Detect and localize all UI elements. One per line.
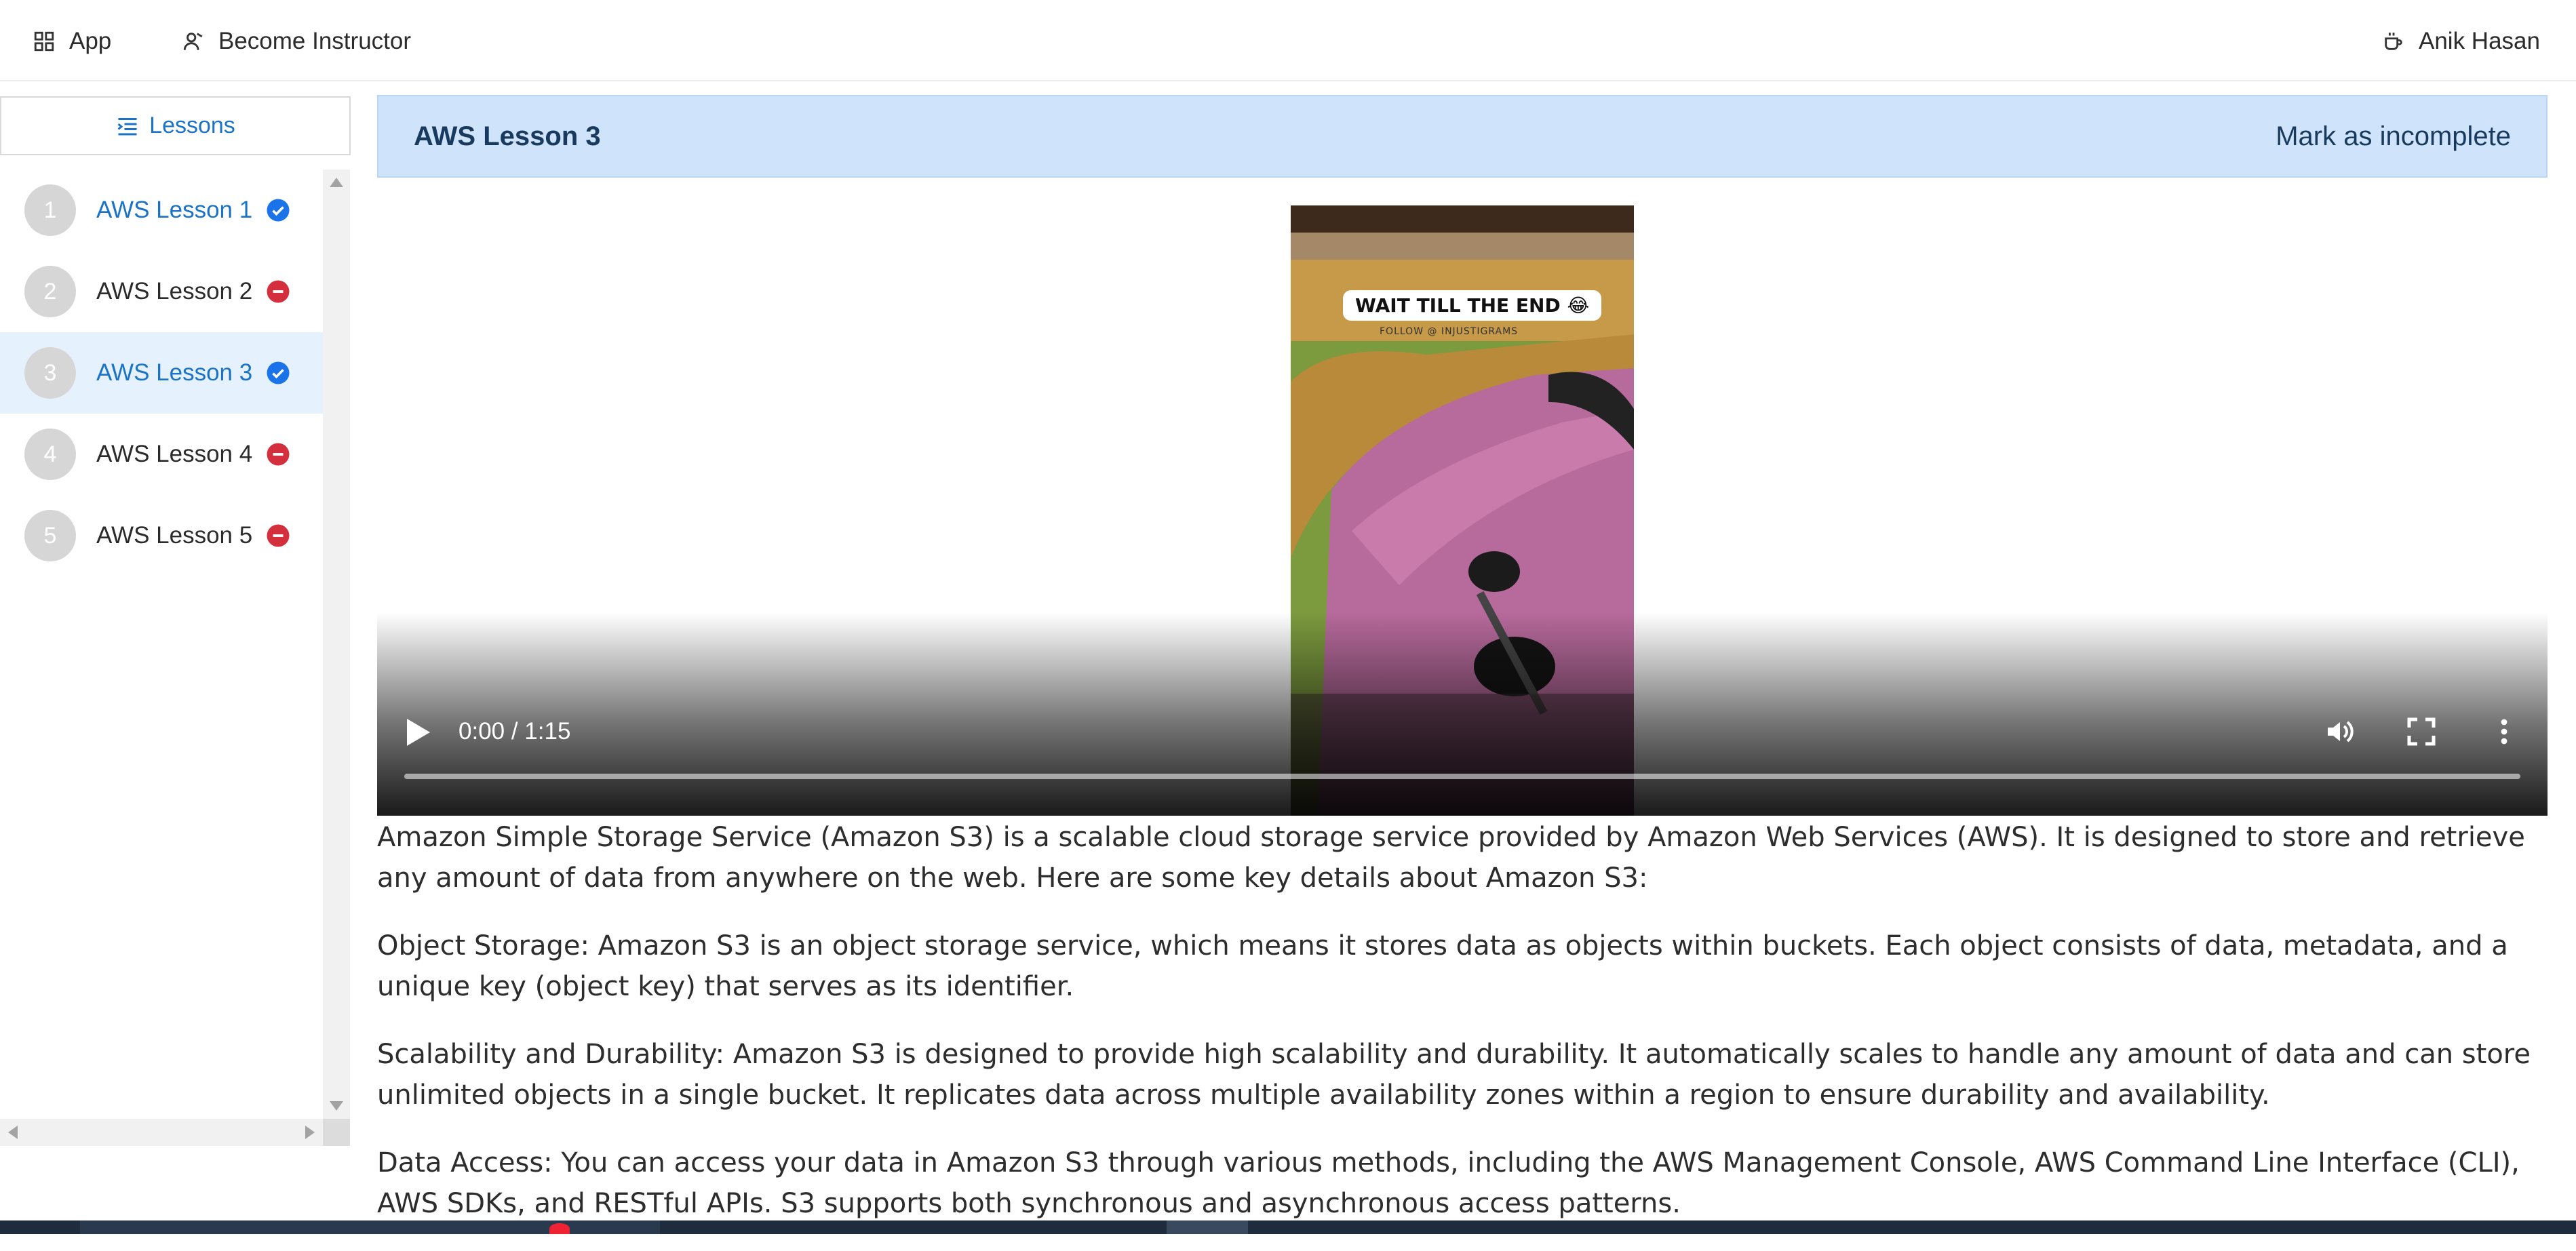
lesson-content: Amazon Simple Storage Service (Amazon S3… — [377, 817, 2548, 1251]
taskbar-app-icon[interactable] — [549, 1223, 570, 1234]
lesson-title: AWS Lesson 5 — [96, 522, 253, 549]
content-paragraph: Data Access: You can access your data in… — [377, 1147, 2520, 1219]
grid-icon — [34, 31, 54, 52]
vertical-scrollbar[interactable] — [323, 170, 350, 1119]
minus-circle-icon — [266, 442, 290, 466]
taskbar-item[interactable] — [80, 1220, 660, 1234]
check-circle-icon — [266, 361, 290, 385]
os-taskbar — [0, 1220, 2576, 1234]
lesson-item-5[interactable]: 5 AWS Lesson 5 — [0, 495, 323, 576]
lesson-header: AWS Lesson 3 Mark as incomplete — [377, 95, 2548, 178]
user-name: Anik Hasan — [2419, 28, 2540, 54]
taskbar-item[interactable] — [1167, 1220, 1248, 1234]
minus-circle-icon — [266, 523, 290, 548]
mark-incomplete-button[interactable]: Mark as incomplete — [2276, 121, 2511, 152]
become-instructor-link[interactable]: Become Instructor — [182, 24, 411, 58]
horizontal-scrollbar[interactable] — [0, 1119, 323, 1146]
scroll-up-icon[interactable] — [330, 178, 343, 187]
content-paragraph: Object Storage: Amazon S3 is an object s… — [377, 930, 2508, 1002]
play-icon[interactable] — [404, 717, 431, 747]
lesson-number: 1 — [24, 184, 76, 236]
more-options-icon[interactable] — [2488, 715, 2520, 748]
top-navbar: App Become Instructor Anik Hasan — [0, 0, 2576, 81]
scroll-right-icon[interactable] — [305, 1126, 315, 1139]
content-paragraph: Amazon Simple Storage Service (Amazon S3… — [377, 822, 2525, 894]
lesson-number: 5 — [24, 510, 76, 561]
list-indent-icon — [117, 117, 137, 135]
video-caption: WAIT TILL THE END 😂 — [1343, 290, 1602, 321]
fullscreen-icon[interactable] — [2405, 715, 2438, 748]
lesson-title: AWS Lesson 2 — [96, 278, 253, 304]
lesson-title-heading: AWS Lesson 3 — [414, 121, 601, 151]
lesson-sidebar: 1 AWS Lesson 1 2 AWS Lesson 2 3 AWS Less… — [0, 170, 351, 1147]
scroll-left-icon[interactable] — [8, 1126, 18, 1139]
content-paragraph: Scalability and Durability: Amazon S3 is… — [377, 1039, 2531, 1111]
lessons-tab-label: Lessons — [149, 113, 235, 138]
lesson-number: 3 — [24, 347, 76, 399]
lesson-item-4[interactable]: 4 AWS Lesson 4 — [0, 414, 323, 495]
minus-circle-icon — [266, 279, 290, 304]
lesson-number: 4 — [24, 429, 76, 480]
lesson-item-3[interactable]: 3 AWS Lesson 3 — [0, 332, 323, 414]
become-instructor-label: Become Instructor — [218, 28, 411, 54]
app-menu[interactable]: App — [33, 24, 111, 58]
user-menu[interactable]: Anik Hasan — [2382, 24, 2540, 58]
lesson-item-1[interactable]: 1 AWS Lesson 1 — [0, 170, 323, 251]
user-teach-icon — [183, 33, 203, 50]
coffee-cup-icon — [2385, 33, 2402, 50]
lesson-title: AWS Lesson 3 — [96, 359, 253, 386]
lesson-item-2[interactable]: 2 AWS Lesson 2 — [0, 251, 323, 332]
check-circle-icon — [266, 198, 290, 222]
scrollbar-corner — [323, 1119, 350, 1146]
lesson-list: 1 AWS Lesson 1 2 AWS Lesson 2 3 AWS Less… — [0, 170, 323, 576]
app-label: App — [69, 28, 112, 54]
volume-icon[interactable] — [2324, 715, 2356, 748]
lesson-title: AWS Lesson 4 — [96, 441, 253, 467]
lesson-title: AWS Lesson 1 — [96, 197, 253, 223]
tab-lessons[interactable]: Lessons — [0, 96, 351, 155]
video-time: 0:00 / 1:15 — [458, 718, 571, 744]
scroll-down-icon[interactable] — [330, 1101, 343, 1111]
video-caption-sub: FOLLOW @ INJUSTIGRAMS — [1380, 326, 1519, 337]
controls-overlay — [377, 612, 2548, 816]
lesson-number: 2 — [24, 266, 76, 317]
video-player[interactable]: WAIT TILL THE END 😂 FOLLOW @ INJUSTIGRAM… — [377, 205, 2548, 816]
video-progress-bar[interactable] — [404, 774, 2520, 779]
